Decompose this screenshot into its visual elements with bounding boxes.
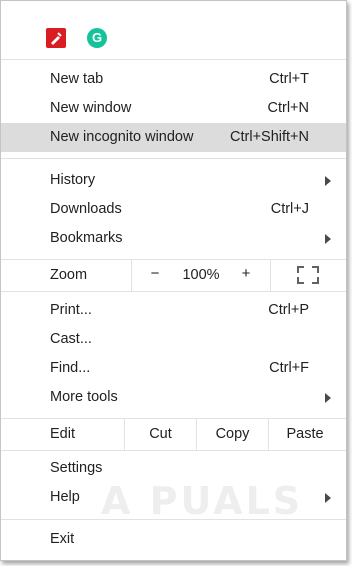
menu-item-history[interactable]: History: [1, 166, 346, 195]
menu-item-label: Exit: [50, 531, 75, 547]
separator: [1, 519, 346, 520]
submenu-arrow-icon: [325, 234, 331, 244]
grammarly-letter: G: [91, 30, 103, 45]
menu-item-more-tools[interactable]: More tools: [1, 383, 346, 412]
shortcut-label: Ctrl+F: [269, 360, 309, 376]
shortcut-label: Ctrl+Shift+N: [230, 129, 309, 145]
zoom-out-button[interactable]: −: [145, 265, 165, 282]
menu-item-label: Find...: [50, 360, 91, 376]
shortcut-label: Ctrl+T: [269, 71, 309, 87]
submenu-arrow-icon: [325, 176, 331, 186]
grammarly-icon[interactable]: G: [87, 28, 107, 48]
fullscreen-icon[interactable]: [297, 266, 319, 284]
pen-extension-icon[interactable]: [46, 28, 66, 48]
menu-item-new-tab[interactable]: New tab Ctrl+T: [1, 65, 346, 94]
shortcut-label: Ctrl+J: [270, 201, 309, 217]
menu-item-label: Cast...: [50, 331, 92, 347]
zoom-in-button[interactable]: +: [236, 265, 256, 282]
separator: [1, 450, 346, 451]
menu-item-label: New window: [50, 100, 132, 116]
menu-item-find[interactable]: Find... Ctrl+F: [1, 354, 346, 383]
zoom-row: Zoom − 100% +: [1, 260, 346, 291]
zoom-level: 100%: [182, 267, 220, 283]
menu-item-bookmarks[interactable]: Bookmarks: [1, 224, 346, 253]
chrome-menu: G New tab Ctrl+T New window Ctrl+N New i…: [0, 0, 347, 561]
extensions-row: G: [1, 1, 346, 59]
edit-label: Edit: [50, 426, 75, 442]
zoom-label: Zoom: [50, 267, 88, 283]
menu-item-settings[interactable]: Settings: [1, 454, 346, 483]
shortcut-label: Ctrl+P: [268, 302, 309, 318]
menu-item-label: History: [50, 172, 96, 188]
separator: [1, 291, 346, 292]
menu-item-exit[interactable]: Exit: [1, 525, 346, 554]
menu-item-downloads[interactable]: Downloads Ctrl+J: [1, 195, 346, 224]
menu-item-label: New tab: [50, 71, 104, 87]
separator: [1, 59, 346, 60]
menu-item-new-window[interactable]: New window Ctrl+N: [1, 94, 346, 123]
menu-item-print[interactable]: Print... Ctrl+P: [1, 296, 346, 325]
divider: [131, 260, 132, 291]
edit-row: Edit Cut Copy Paste: [1, 419, 346, 450]
menu-item-label: New incognito window: [50, 129, 194, 145]
menu-item-cast[interactable]: Cast...: [1, 325, 346, 354]
menu-item-label: Print...: [50, 302, 92, 318]
menu-item-label: More tools: [50, 389, 118, 405]
separator: [1, 158, 346, 159]
submenu-arrow-icon: [325, 493, 331, 503]
shortcut-label: Ctrl+N: [267, 100, 310, 116]
menu-item-label: Help: [50, 489, 80, 505]
divider: [270, 260, 271, 291]
submenu-arrow-icon: [325, 393, 331, 403]
paste-button[interactable]: Paste: [269, 419, 341, 450]
menu-item-label: Settings: [50, 460, 103, 476]
menu-item-help[interactable]: Help: [1, 483, 346, 512]
menu-item-label: Downloads: [50, 201, 122, 217]
menu-item-new-incognito-window[interactable]: New incognito window Ctrl+Shift+N: [1, 123, 346, 152]
menu-item-label: Bookmarks: [50, 230, 123, 246]
cut-button[interactable]: Cut: [125, 419, 196, 450]
copy-button[interactable]: Copy: [197, 419, 268, 450]
